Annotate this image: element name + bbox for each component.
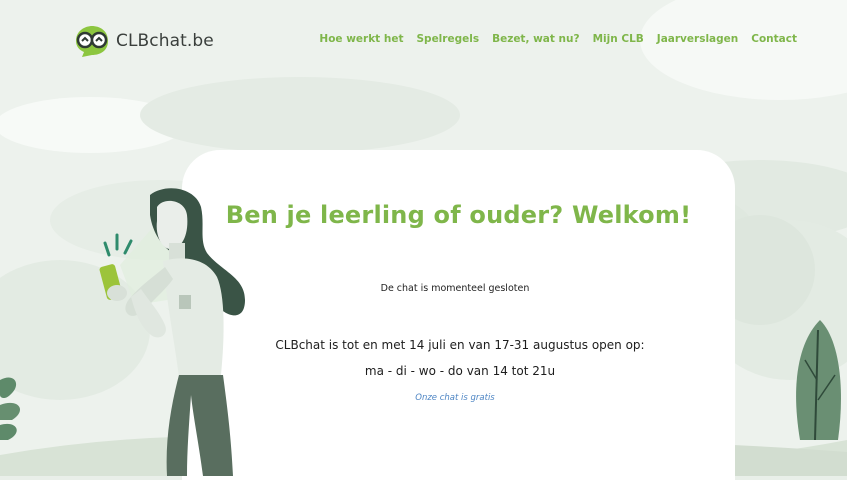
main-nav: Hoe werkt het Spelregels Bezet, wat nu? … xyxy=(319,33,797,45)
chat-status-text: De chat is momenteel gesloten xyxy=(380,283,530,294)
nav-spelregels[interactable]: Spelregels xyxy=(416,33,479,45)
nav-bezet-wat-nu[interactable]: Bezet, wat nu? xyxy=(492,33,580,45)
logo-text: CLBchat.be xyxy=(116,31,214,51)
opening-period-text: CLBchat is tot en met 14 juli en van 17-… xyxy=(275,338,645,352)
logo-link[interactable]: CLBchat.be xyxy=(72,24,214,58)
opening-hours-text: ma - di - wo - do van 14 tot 21u xyxy=(364,364,556,378)
nav-mijn-clb[interactable]: Mijn CLB xyxy=(593,33,644,45)
welcome-headline: Ben je leerling of ouder? Welkom! xyxy=(225,201,692,229)
owl-chat-icon xyxy=(76,26,108,57)
site-header: CLBchat.be Hoe werkt het Spelregels Beze… xyxy=(0,0,847,80)
nav-jaarverslagen[interactable]: Jaarverslagen xyxy=(657,33,738,45)
free-chat-link[interactable]: Onze chat is gratis xyxy=(330,393,580,403)
nav-contact[interactable]: Contact xyxy=(751,33,797,45)
nav-hoe-werkt-het[interactable]: Hoe werkt het xyxy=(319,33,403,45)
